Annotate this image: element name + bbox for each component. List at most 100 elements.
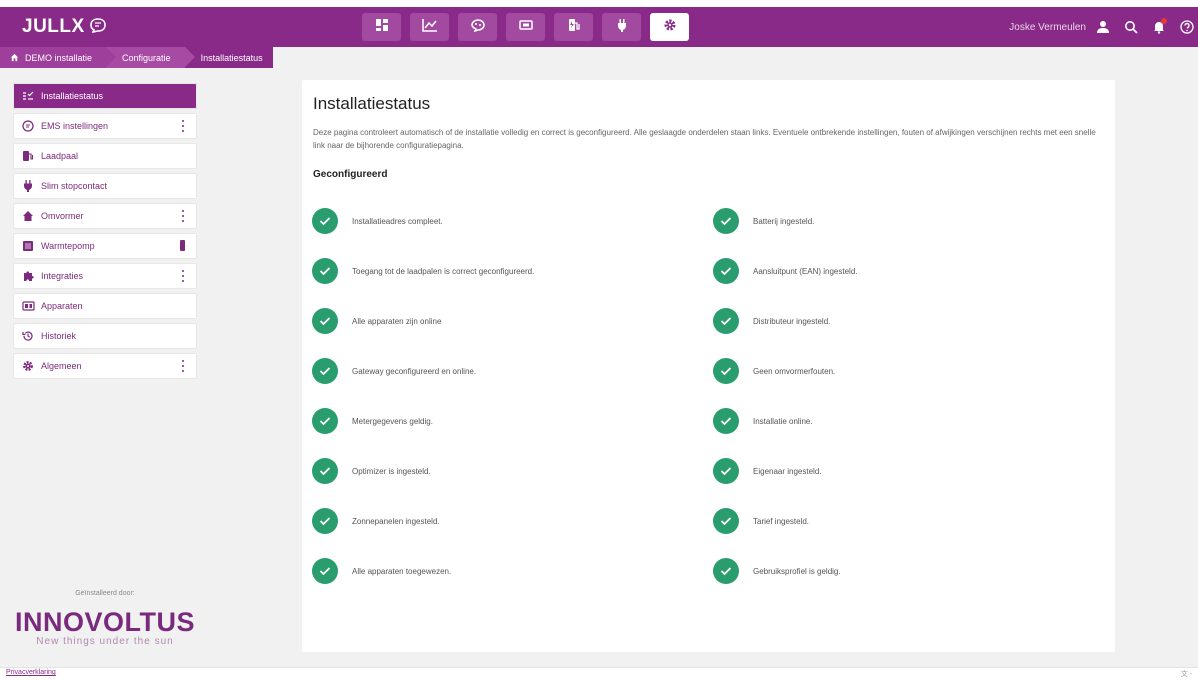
sidebar-item-laadpaal[interactable]: Laadpaal (13, 143, 197, 169)
sidebar-item-label: Algemeen (41, 361, 82, 371)
breadcrumb-item-configuration[interactable]: Configuratie (106, 47, 195, 68)
check-circle-icon (713, 458, 739, 484)
check-label: Metergegevens geldig. (352, 416, 433, 426)
sidebar-item-label: Laadpaal (41, 151, 79, 161)
more-vertical-icon[interactable] (182, 270, 185, 282)
sidebar-item-label: Warmtepomp (41, 241, 95, 251)
house-icon (21, 209, 35, 223)
check-label: Geen omvormerfouten. (753, 366, 836, 376)
language-selector[interactable]: 文 - (1181, 669, 1192, 679)
check-item: Alle apparaten zijn online (312, 308, 441, 334)
user-icon[interactable] (1094, 18, 1112, 36)
header-right: Joske Vermeulen (1009, 7, 1198, 47)
check-label: Tarief ingesteld. (753, 516, 810, 526)
check-circle-icon (713, 208, 739, 234)
sidebar-item-label: Historiek (41, 331, 77, 341)
nav-plug[interactable] (602, 13, 641, 41)
top-strip (0, 0, 1198, 7)
plug-icon (21, 179, 35, 193)
sidebar-item-algemeen[interactable]: Algemeen (13, 353, 197, 379)
brain-icon (21, 119, 35, 133)
check-circle-icon (312, 508, 338, 534)
privacy-link[interactable]: Privacverklaring (6, 669, 56, 676)
check-label: Alle apparaten toegewezen. (352, 566, 452, 576)
check-circle-icon (312, 558, 338, 584)
breadcrumb-item-current: Installatiestatus (184, 47, 273, 68)
more-vertical-icon[interactable] (182, 210, 185, 222)
sidebar-item-installatiestatus[interactable]: Installatiestatus (13, 83, 197, 109)
check-item: Metergegevens geldig. (312, 408, 433, 434)
help-icon[interactable] (1178, 18, 1196, 36)
nav-ems[interactable] (458, 13, 497, 41)
more-vertical-icon[interactable] (182, 120, 185, 132)
check-label: Installatieadres compleet. (352, 216, 443, 226)
check-circle-icon (312, 208, 338, 234)
more-vertical-icon[interactable] (182, 360, 185, 372)
check-label: Aansluitpunt (EAN) ingesteld. (753, 266, 858, 276)
nav-settings[interactable] (650, 13, 689, 41)
chart-line-icon (421, 18, 438, 37)
check-circle-icon (713, 508, 739, 534)
check-label: Gebruiksprofiel is geldig. (753, 566, 841, 576)
heat-pump-icon (21, 239, 35, 253)
check-item: Eigenaar ingesteld. (713, 458, 822, 484)
check-label: Distributeur ingesteld. (753, 316, 831, 326)
page-title: Installatiestatus (313, 94, 431, 113)
charging-station-icon (567, 18, 581, 37)
logo-text: JULLX (22, 16, 85, 37)
devices-icon (21, 299, 35, 313)
sidebar-item-integraties[interactable]: Integraties (13, 263, 197, 289)
notification-badge (1161, 18, 1167, 24)
page-description: Deze pagina controleert automatisch of d… (313, 128, 1096, 150)
check-circle-icon (312, 358, 338, 384)
nav-battery[interactable] (506, 13, 545, 41)
check-label: Toegang tot de laadpalen is correct geco… (352, 266, 535, 276)
breadcrumb-label: Configuratie (122, 52, 171, 63)
check-item: Geen omvormerfouten. (713, 358, 835, 384)
check-circle-icon (713, 308, 739, 334)
check-label: Batterij ingesteld. (753, 216, 815, 226)
history-icon (21, 329, 35, 343)
sidebar-item-ems[interactable]: EMS instellingen (13, 113, 197, 139)
sidebar-item-historiek[interactable]: Historiek (13, 323, 197, 349)
check-circle-icon (312, 408, 338, 434)
check-circle-icon (713, 258, 739, 284)
battery-screen-icon (518, 18, 533, 36)
brain-icon (470, 18, 486, 37)
check-item: Alle apparaten toegewezen. (312, 558, 451, 584)
breadcrumb-item-installation[interactable]: DEMO installatie (0, 47, 117, 68)
check-circle-icon (312, 458, 338, 484)
charging-station-icon (21, 149, 35, 163)
sidebar-item-label: Apparaten (41, 301, 83, 311)
section-title-configured: Geconfigureerd (313, 169, 388, 180)
check-label: Gateway geconfigureerd en online. (352, 366, 477, 376)
sidebar-item-apparaten[interactable]: Apparaten (13, 293, 197, 319)
footer: Privacverklaring 文 - (0, 667, 1198, 680)
sidebar-item-omvormer[interactable]: Omvormer (13, 203, 197, 229)
check-circle-icon (713, 408, 739, 434)
check-item: Aansluitpunt (EAN) ingesteld. (713, 258, 858, 284)
sidebar-item-label: Omvormer (41, 211, 84, 221)
dashboard-icon (375, 18, 389, 37)
gear-icon (21, 359, 35, 373)
check-item: Tarief ingesteld. (713, 508, 809, 534)
breadcrumb-label: Installatiestatus (200, 52, 263, 63)
gear-icon (663, 18, 677, 37)
sidebar: Installatiestatus EMS instellingen Laadp… (13, 83, 197, 383)
search-icon[interactable] (1122, 18, 1140, 36)
nav-charts[interactable] (410, 13, 449, 41)
check-item: Batterij ingesteld. (713, 208, 814, 234)
user-name[interactable]: Joske Vermeulen (1009, 22, 1086, 33)
check-item: Installatie online. (713, 408, 813, 434)
sidebar-item-slim-stopcontact[interactable]: Slim stopcontact (13, 173, 197, 199)
check-label: Zonnepanelen ingesteld. (352, 516, 440, 526)
sidebar-item-warmtepomp[interactable]: Warmtepomp (13, 233, 197, 259)
check-item: Toegang tot de laadpalen is correct geco… (312, 258, 534, 284)
check-label: Installatie online. (753, 416, 813, 426)
nav-charging[interactable] (554, 13, 593, 41)
bell-icon[interactable] (1150, 18, 1168, 36)
app-logo[interactable]: JULLX (22, 16, 108, 38)
checklist-icon (21, 89, 35, 103)
check-item: Installatieadres compleet. (312, 208, 443, 234)
nav-dashboard[interactable] (362, 13, 401, 41)
